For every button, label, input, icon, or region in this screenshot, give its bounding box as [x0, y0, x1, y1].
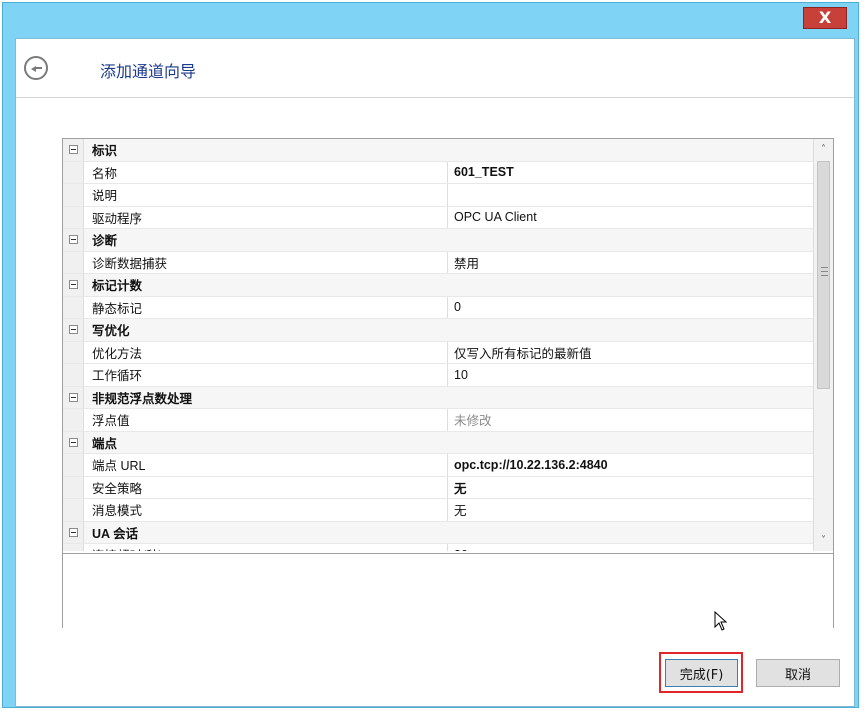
- property-name: 连接超时(秒): [84, 544, 448, 551]
- category-label: 非规范浮点数处理: [92, 391, 193, 406]
- row-gutter: [63, 521, 84, 543]
- row-gutter: [63, 296, 84, 318]
- property-row[interactable]: 说明: [63, 184, 813, 207]
- row-gutter: [63, 499, 84, 521]
- category-label: 标识: [92, 144, 118, 159]
- property-row[interactable]: 连接超时(秒)30: [63, 544, 813, 551]
- category-label: 写优化: [92, 324, 130, 339]
- scroll-up-icon[interactable]: ˄: [816, 141, 831, 158]
- category-row[interactable]: 标识: [63, 139, 813, 162]
- property-value[interactable]: 禁用: [448, 252, 813, 274]
- property-grid-panel: 标识名称 601_TEST 说明 驱动程序 OPC UA Client 诊断诊断数据捕获禁…: [62, 138, 834, 628]
- property-name: 说明: [84, 184, 448, 206]
- property-row[interactable]: 优化方法 仅写入所有标记的最新值: [63, 341, 813, 364]
- finish-button[interactable]: 完成(F): [665, 659, 738, 687]
- property-row[interactable]: 浮点值 未修改: [63, 409, 813, 432]
- property-row[interactable]: 驱动程序 OPC UA Client: [63, 206, 813, 229]
- row-gutter: [63, 476, 84, 498]
- property-name: 驱动程序: [84, 206, 448, 228]
- property-value[interactable]: 30: [448, 544, 813, 551]
- cancel-button[interactable]: 取消: [756, 659, 840, 687]
- property-row[interactable]: 消息模式无: [63, 499, 813, 522]
- scroll-thumb[interactable]: [817, 161, 830, 389]
- property-value[interactable]: 601_TEST: [448, 162, 813, 184]
- property-name: 名称: [84, 161, 448, 183]
- category-label: UA 会话: [92, 526, 139, 541]
- category-row[interactable]: 非规范浮点数处理: [63, 386, 813, 409]
- category-row[interactable]: 写优化: [63, 319, 813, 342]
- row-gutter: [63, 184, 84, 206]
- property-value[interactable]: 10: [448, 364, 813, 386]
- header-divider: [16, 97, 854, 98]
- property-value[interactable]: 0: [448, 297, 813, 319]
- row-gutter: [63, 319, 84, 341]
- vertical-scrollbar[interactable]: ˄ ˅: [813, 139, 833, 551]
- row-gutter: [63, 544, 84, 551]
- property-name: 浮点值: [84, 409, 448, 431]
- grip-icon: [821, 267, 828, 276]
- wizard-title: 添加通道向导: [100, 62, 197, 81]
- property-value[interactable]: OPC UA Client: [448, 207, 813, 229]
- row-gutter: [63, 431, 84, 453]
- row-gutter: [63, 229, 84, 251]
- collapse-toggle-icon[interactable]: [68, 392, 78, 402]
- collapse-toggle-icon[interactable]: [68, 145, 78, 155]
- category-row[interactable]: UA 会话: [63, 521, 813, 544]
- category-row[interactable]: 端点: [63, 431, 813, 454]
- collapse-toggle-icon[interactable]: [68, 235, 78, 245]
- property-row[interactable]: 静态标记 0: [63, 296, 813, 319]
- collapse-toggle-icon[interactable]: [68, 527, 78, 537]
- category-row[interactable]: 标记计数: [63, 274, 813, 297]
- row-gutter: [63, 409, 84, 431]
- property-value[interactable]: opc.tcp://10.22.136.2:4840: [448, 454, 813, 476]
- property-row[interactable]: 端点 URL opc.tcp://10.22.136.2:4840: [63, 454, 813, 477]
- row-gutter: [63, 251, 84, 273]
- row-gutter: [63, 139, 84, 161]
- property-value[interactable]: [448, 184, 813, 206]
- row-gutter: [63, 454, 84, 476]
- property-name: 诊断数据捕获: [84, 251, 448, 273]
- row-gutter: [63, 206, 84, 228]
- property-row[interactable]: 安全策略无: [63, 476, 813, 499]
- mouse-cursor-icon: [714, 611, 728, 631]
- row-gutter: [63, 274, 84, 296]
- property-name: 安全策略: [84, 476, 448, 498]
- collapse-toggle-icon[interactable]: [68, 325, 78, 335]
- category-row[interactable]: 诊断: [63, 229, 813, 252]
- category-label: 标记计数: [92, 279, 143, 294]
- collapse-toggle-icon[interactable]: [68, 280, 78, 290]
- close-button[interactable]: X: [803, 7, 847, 29]
- property-row[interactable]: 诊断数据捕获 禁用: [63, 251, 813, 274]
- category-label: 端点: [92, 436, 118, 451]
- scroll-down-icon[interactable]: ˅: [816, 532, 831, 549]
- collapse-toggle-icon[interactable]: [68, 437, 78, 447]
- row-gutter: [63, 364, 84, 386]
- property-name: 端点 URL: [84, 454, 448, 476]
- property-value[interactable]: 未修改: [448, 409, 813, 431]
- property-value[interactable]: 无: [448, 477, 813, 499]
- property-row[interactable]: 工作循环 10: [63, 364, 813, 387]
- row-gutter: [63, 386, 84, 408]
- back-arrow-icon[interactable]: [24, 56, 48, 80]
- property-row[interactable]: 名称 601_TEST: [63, 161, 813, 184]
- row-gutter: [63, 341, 84, 363]
- property-name: 优化方法: [84, 341, 448, 363]
- property-name: 工作循环: [84, 364, 448, 386]
- wizard-client-area: 添加通道向导 标识 名称 601_TEST 说明 驱动程序 OPC UA Client 诊断…: [15, 38, 855, 707]
- property-value[interactable]: 无: [448, 499, 813, 521]
- property-grid: 标识名称 601_TEST 说明 驱动程序 OPC UA Client 诊断诊断数据捕获禁…: [63, 139, 813, 551]
- property-name: 静态标记: [84, 296, 448, 318]
- property-value[interactable]: 仅写入所有标记的最新值: [448, 342, 813, 364]
- row-gutter: [63, 161, 84, 183]
- category-label: 诊断: [92, 234, 118, 249]
- wizard-window: X 添加通道向导 标识名称 601_TEST 说明 驱动程序 OPC UA Client…: [2, 2, 859, 708]
- property-name: 消息模式: [84, 499, 448, 521]
